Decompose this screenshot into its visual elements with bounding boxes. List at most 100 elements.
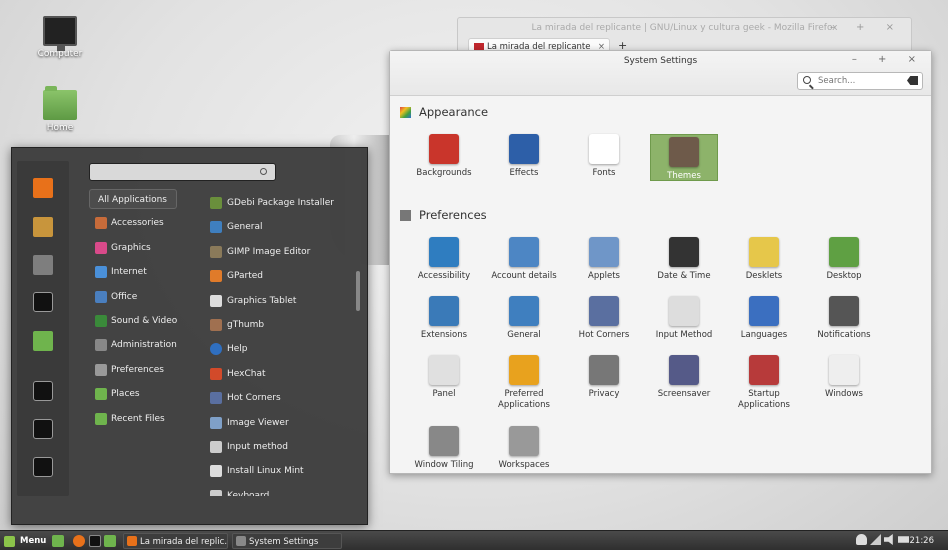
settings-item-themes[interactable]: Themes	[650, 134, 718, 181]
show-desktop-icon[interactable]	[52, 535, 64, 547]
volume-icon[interactable]	[884, 534, 893, 545]
settings-item-panel[interactable]: Panel	[405, 355, 483, 400]
settings-item-effects[interactable]: Effects	[485, 134, 563, 179]
settings-item-languages[interactable]: Languages	[725, 296, 803, 341]
menu-app-image-viewer[interactable]: Image Viewer	[208, 413, 358, 433]
search-input[interactable]	[818, 75, 900, 87]
menu-category-places[interactable]: Places	[89, 384, 199, 404]
menu-app-label: Input method	[227, 442, 288, 452]
backgrounds-icon	[429, 134, 459, 164]
firefox-icon[interactable]	[33, 178, 53, 198]
menu-scrollbar[interactable]	[356, 271, 360, 311]
menu-app-input-method[interactable]: Input method	[208, 437, 358, 457]
section-header: Appearance	[400, 105, 488, 119]
terminal-icon[interactable]	[33, 292, 53, 312]
menu-app-label: Help	[227, 344, 248, 355]
settings-item-account-details[interactable]: Account details	[485, 237, 563, 282]
menu-app-install-linux-mint[interactable]: Install Linux Mint	[208, 461, 358, 481]
taskbar-window-firefox[interactable]: La mirada del replic...	[123, 533, 228, 549]
menu-app-gimp-image-editor[interactable]: GIMP Image Editor	[208, 242, 358, 262]
settings-item-label: Notifications	[817, 330, 871, 340]
firefox-icon	[127, 536, 137, 546]
menu-app-label: GParted	[227, 271, 263, 282]
keyboard-icon	[669, 296, 699, 326]
menu-app-general[interactable]: General	[208, 217, 358, 237]
settings-item-hot-corners[interactable]: Hot Corners	[565, 296, 643, 341]
window-controls[interactable]: – + ×	[830, 22, 903, 33]
settings-item-applets[interactable]: Applets	[565, 237, 643, 282]
settings-item-date-time[interactable]: Date & Time	[645, 237, 723, 282]
logout-icon[interactable]	[33, 419, 53, 439]
menu-category-label: Recent Files	[111, 413, 165, 424]
firefox-icon[interactable]	[73, 535, 85, 547]
menu-category-sound-video[interactable]: Sound & Video	[89, 311, 199, 331]
settings-search[interactable]	[797, 72, 923, 90]
system-settings-icon[interactable]	[33, 255, 53, 275]
menu-app-gdebi-package-installer[interactable]: GDebi Package Installer	[208, 193, 358, 213]
settings-item-screensaver[interactable]: Screensaver	[645, 355, 723, 400]
menu-category-label: Places	[111, 389, 140, 400]
menu-app-graphics-tablet[interactable]: Graphics Tablet	[208, 291, 358, 311]
menu-button[interactable]: Menu	[4, 533, 46, 549]
system-settings-window[interactable]: System Settings – + × Appearance Backgrou…	[389, 50, 932, 474]
settings-item-notifications[interactable]: Notifications	[805, 296, 883, 341]
clock[interactable]: 21:26	[910, 531, 935, 550]
menu-category-office[interactable]: Office	[89, 287, 199, 307]
menu-category-administration[interactable]: Administration	[89, 335, 199, 355]
menu-category-preferences[interactable]: Preferences	[89, 360, 199, 380]
software-manager-icon[interactable]	[33, 217, 53, 237]
preferences-icon	[400, 209, 411, 221]
menu-category-accessories[interactable]: Accessories	[89, 213, 199, 233]
settings-item-desktop[interactable]: Desktop	[805, 237, 883, 282]
menu-app-help[interactable]: Help	[208, 339, 358, 359]
menu-app-label: Graphics Tablet	[227, 295, 297, 306]
menu-category-label: Preferences	[111, 364, 164, 375]
files-folder-icon[interactable]	[104, 535, 116, 547]
window-title: System Settings	[623, 56, 698, 66]
settings-item-input-method[interactable]: Input Method	[645, 296, 723, 341]
power-icon[interactable]	[898, 536, 909, 543]
start-menu: All Applications Accessories Graphics Inter…	[11, 147, 368, 525]
hot-corners-icon	[210, 392, 222, 405]
settings-item-preferred-applications[interactable]: Preferred Applications	[485, 355, 563, 411]
settings-icon	[236, 536, 246, 546]
settings-item-extensions[interactable]: Extensions	[405, 296, 483, 341]
files-folder-icon[interactable]	[33, 331, 53, 351]
taskbar-window-settings[interactable]: System Settings	[232, 533, 342, 549]
settings-item-windows[interactable]: Windows	[805, 355, 883, 400]
menu-app-label: HexChat	[227, 368, 266, 379]
settings-item-backgrounds[interactable]: Backgrounds	[405, 134, 483, 179]
settings-item-window-tiling[interactable]: Window Tiling	[405, 426, 483, 471]
settings-item-general[interactable]: General	[485, 296, 563, 341]
menu-category-graphics[interactable]: Graphics	[89, 238, 199, 258]
settings-item-label: Accessibility	[417, 271, 471, 281]
settings-item-fonts[interactable]: Fonts	[565, 134, 643, 179]
sound-video-icon	[95, 315, 107, 327]
menu-app-gparted[interactable]: GParted	[208, 266, 358, 286]
lock-screen-icon[interactable]	[33, 381, 53, 401]
terminal-icon[interactable]	[89, 535, 101, 547]
settings-item-desklets[interactable]: Desklets	[725, 237, 803, 282]
desktop-icon-home[interactable]: Home	[20, 86, 100, 133]
internet-icon	[95, 266, 107, 279]
shutdown-icon[interactable]	[33, 457, 53, 477]
menu-app-keyboard[interactable]: Keyboard	[208, 486, 358, 496]
user-icon[interactable]	[856, 534, 867, 545]
window-controls[interactable]: – + ×	[852, 54, 925, 65]
settings-item-startup-applications[interactable]: Startup Applications	[725, 355, 803, 411]
settings-item-workspaces[interactable]: Workspaces	[485, 426, 563, 471]
menu-category-recent-files[interactable]: Recent Files	[89, 409, 199, 429]
menu-app-gthumb[interactable]: gThumb	[208, 315, 358, 335]
settings-item-privacy[interactable]: Privacy	[565, 355, 643, 400]
settings-item-accessibility[interactable]: Accessibility	[405, 237, 483, 282]
menu-category-internet[interactable]: Internet	[89, 262, 199, 282]
desktop-icon-computer[interactable]: Computer	[20, 16, 100, 59]
menu-search-input[interactable]	[89, 163, 276, 181]
menu-app-hot-corners[interactable]: Hot Corners	[208, 388, 358, 408]
menu-app-hexchat[interactable]: HexChat	[208, 364, 358, 384]
menu-category-all-applications[interactable]: All Applications	[89, 189, 177, 209]
network-icon[interactable]	[870, 534, 881, 545]
clear-search-icon[interactable]	[907, 76, 918, 85]
window-tiling-icon	[429, 426, 459, 456]
accessories-icon	[95, 217, 107, 230]
